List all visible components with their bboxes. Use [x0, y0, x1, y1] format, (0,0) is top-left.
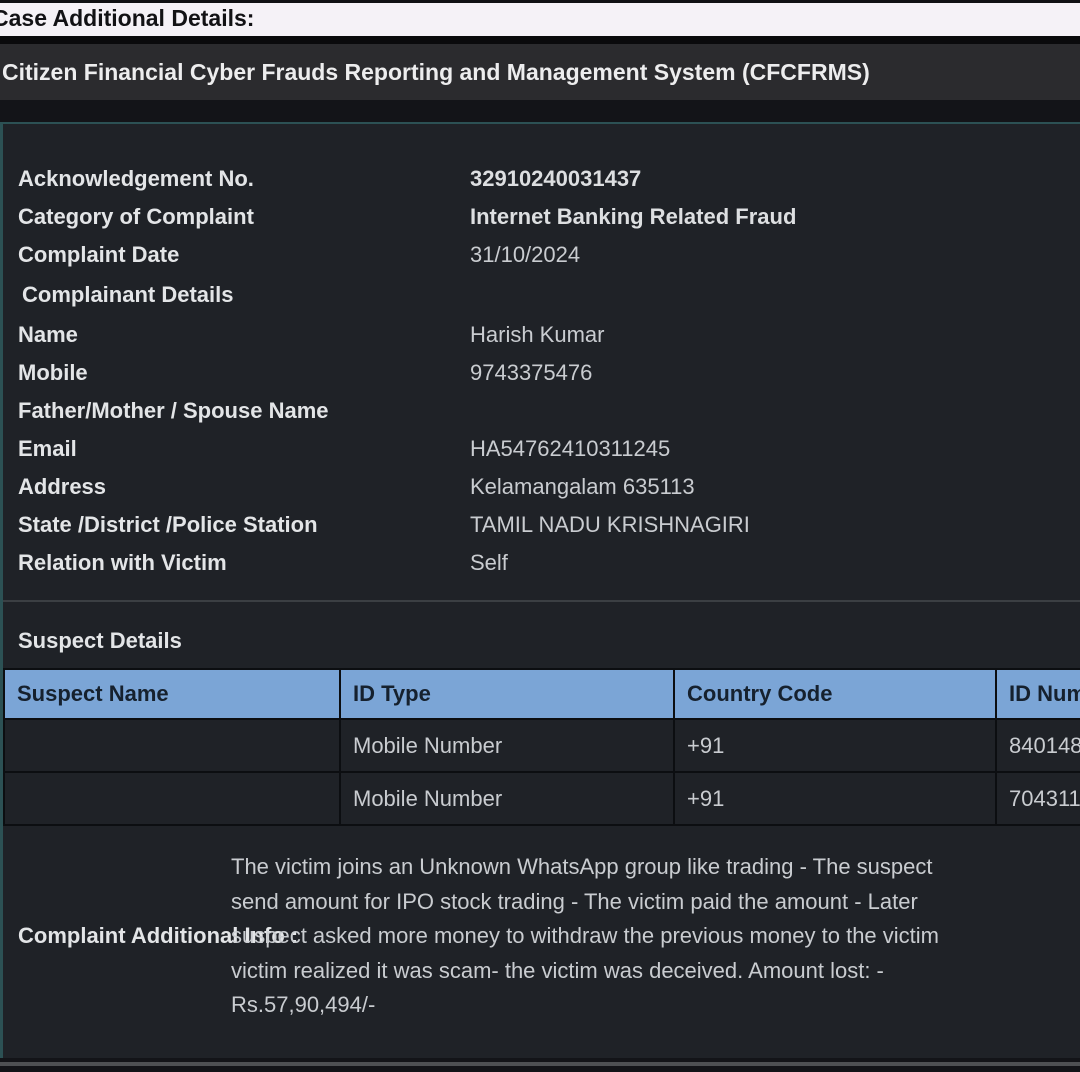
complainant-details-heading: Complainant Details	[3, 274, 1080, 316]
complaint-additional-info-label: Complaint Additional Info :	[3, 919, 231, 953]
complainant-field-value: 9743375476	[470, 354, 1080, 392]
case-field-value: 31/10/2024	[470, 236, 1080, 274]
suspect-table-cell: Mobile Number	[340, 719, 674, 772]
case-summary-grid: Acknowledgement No.32910240031437Categor…	[3, 160, 1080, 274]
suspect-table-cell: Mobile Number	[340, 772, 674, 825]
suspect-table-column-header: Suspect Name	[4, 669, 340, 719]
suspect-table-cell: 840148574	[996, 719, 1080, 772]
suspect-table-row: Mobile Number+91840148574	[4, 719, 1080, 772]
suspect-table-column-header: ID Type	[340, 669, 674, 719]
horizontal-scrollbar-thumb[interactable]	[0, 1062, 1080, 1066]
complainant-field-label: Email	[3, 430, 470, 468]
header-separator	[0, 36, 1080, 44]
complainant-field-label: Relation with Victim	[3, 544, 470, 582]
suspect-table-head: Suspect NameID TypeCountry CodeID Number	[4, 669, 1080, 719]
complainant-field-label: Address	[3, 468, 470, 506]
suspect-table-body: Mobile Number+91840148574Mobile Number+9…	[4, 719, 1080, 825]
complainant-field-label: Name	[3, 316, 470, 354]
complainant-field-label: Mobile	[3, 354, 470, 392]
page-title: Case Additional Details:	[0, 5, 1080, 32]
system-banner: Citizen Financial Cyber Frauds Reporting…	[0, 44, 1080, 100]
suspect-table-column-header: Country Code	[674, 669, 996, 719]
suspect-table-cell: +91	[674, 772, 996, 825]
complaint-text-line: victim realized it was scam- the victim …	[231, 954, 1080, 989]
complaint-text-line: Rs.57,90,494/-	[231, 988, 1080, 1023]
case-field-value: 32910240031437	[470, 160, 1080, 198]
case-field-value: Internet Banking Related Fraud	[470, 198, 1080, 236]
complaint-additional-info-text: The victim joins an Unknown WhatsApp gro…	[231, 850, 1080, 1023]
complaint-additional-info: Complaint Additional Info : The victim j…	[3, 850, 1080, 1023]
suspect-table-row: Mobile Number+91704311360	[4, 772, 1080, 825]
complainant-field-value: Harish Kumar	[470, 316, 1080, 354]
complainant-field-label: State /District /Police Station	[3, 506, 470, 544]
complainant-field-value: HA54762410311245	[470, 430, 1080, 468]
suspect-details-heading: Suspect Details	[18, 628, 1080, 654]
suspect-table-column-header: ID Number	[996, 669, 1080, 719]
suspect-table-cell	[4, 719, 340, 772]
suspect-table-header-row: Suspect NameID TypeCountry CodeID Number	[4, 669, 1080, 719]
complainant-field-value	[470, 392, 1080, 430]
complaint-text-line: The victim joins an Unknown WhatsApp gro…	[231, 850, 1080, 885]
complainant-field-value: TAMIL NADU KRISHNAGIRI	[470, 506, 1080, 544]
suspect-table-cell: +91	[674, 719, 996, 772]
system-banner-title: Citizen Financial Cyber Frauds Reporting…	[0, 59, 870, 86]
section-divider	[3, 600, 1080, 602]
case-field-label: Category of Complaint	[3, 198, 470, 236]
case-field-label: Acknowledgement No.	[3, 160, 470, 198]
case-field-label: Complaint Date	[3, 236, 470, 274]
complainant-field-value: Kelamangalam 635113	[470, 468, 1080, 506]
suspect-table: Suspect NameID TypeCountry CodeID Number…	[3, 668, 1080, 826]
complainant-details-grid: NameHarish KumarMobile9743375476Father/M…	[3, 316, 1080, 582]
suspect-table-cell: 704311360	[996, 772, 1080, 825]
case-details-panel: Acknowledgement No.32910240031437Categor…	[0, 122, 1080, 1058]
page-header-strip: Case Additional Details:	[0, 3, 1080, 36]
complainant-field-value: Self	[470, 544, 1080, 582]
complaint-text-line: send amount for IPO stock trading - The …	[231, 885, 1080, 920]
suspect-table-cell	[4, 772, 340, 825]
complainant-field-label: Father/Mother / Spouse Name	[3, 392, 470, 430]
complaint-text-line: suspect asked more money to withdraw the…	[231, 919, 1080, 954]
